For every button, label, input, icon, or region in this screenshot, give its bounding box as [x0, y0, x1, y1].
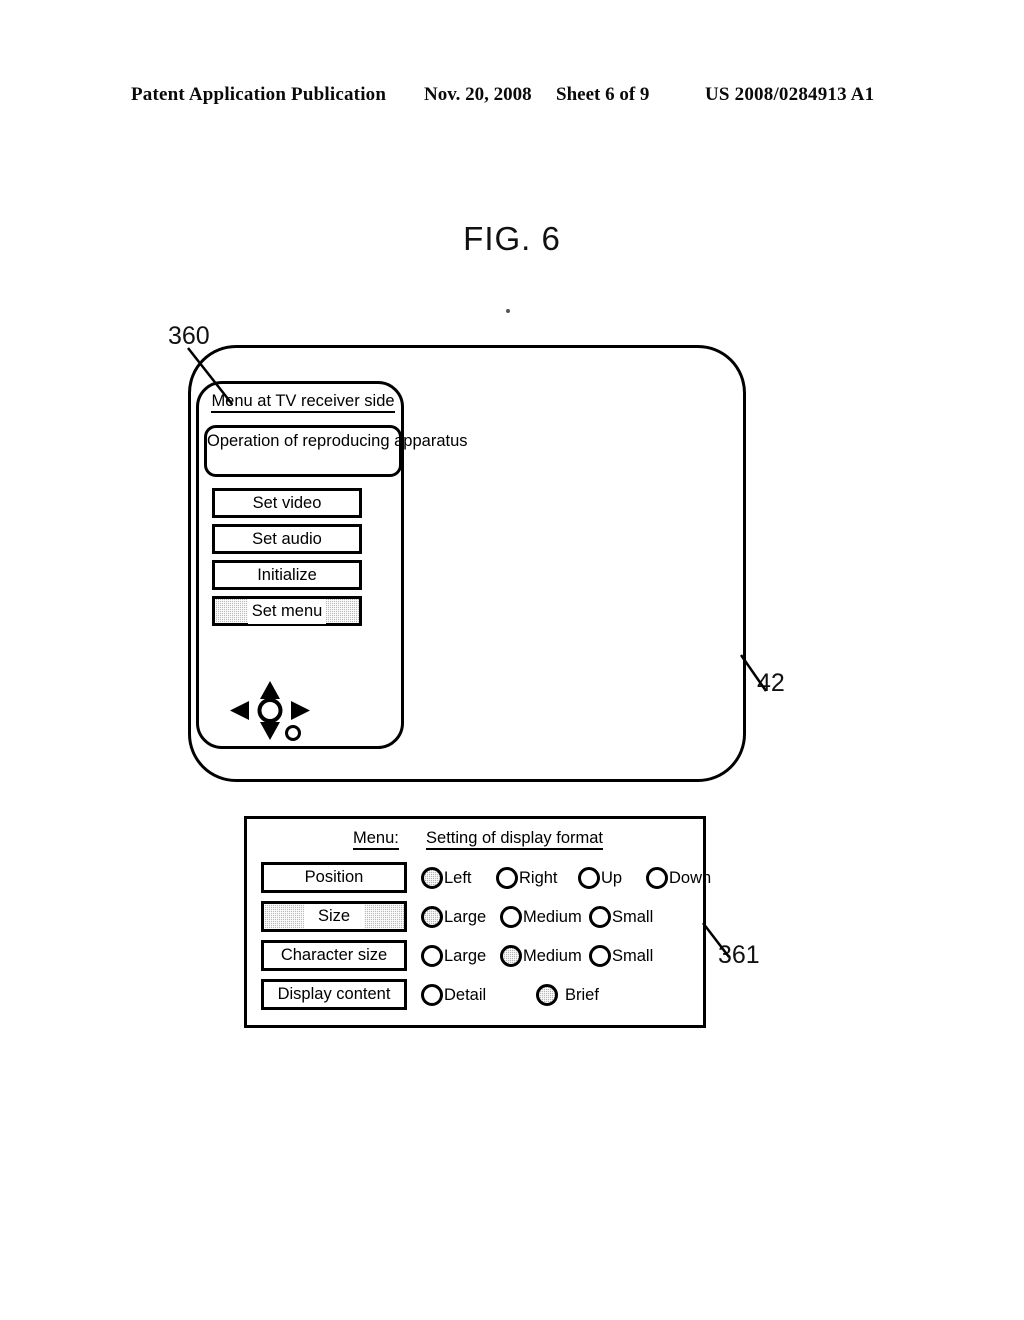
- menu-item-set-audio[interactable]: Set audio: [212, 524, 362, 554]
- settings-row-position: Position Left Right Up Down: [247, 862, 711, 900]
- radio-size-large-icon[interactable]: [421, 906, 443, 928]
- tv-menu-panel: Menu at TV receiver side Operation of re…: [196, 381, 468, 749]
- radio-character-size-large-icon[interactable]: [421, 945, 443, 967]
- dpad-right-icon[interactable]: [291, 701, 310, 720]
- option-position-down[interactable]: Down: [646, 864, 711, 892]
- option-label: Down: [669, 868, 712, 887]
- option-size-small[interactable]: Small: [589, 903, 653, 931]
- publication-label: Patent Application Publication: [131, 84, 387, 105]
- radio-character-size-small-icon[interactable]: [589, 945, 611, 967]
- settings-dialog-title: Menu: Setting of display format: [247, 829, 709, 850]
- option-position-left[interactable]: Left: [421, 864, 472, 892]
- option-display-content-brief[interactable]: Brief: [536, 981, 599, 1009]
- option-label: Left: [444, 868, 472, 887]
- option-label: Up: [601, 868, 623, 887]
- menu-item-set-menu-label: Set menu: [247, 599, 327, 624]
- dpad-down-icon[interactable]: [260, 722, 280, 740]
- row-label-display-content[interactable]: Display content: [261, 979, 407, 1010]
- tv-menu-title: Menu at TV receiver side: [199, 392, 407, 413]
- settings-row-character-size: Character size Large Medium Small: [247, 940, 709, 978]
- dpad-left-icon[interactable]: [230, 701, 249, 720]
- option-label: Large: [444, 907, 487, 926]
- settings-dialog-title-label: Menu:: [352, 829, 399, 850]
- reference-numeral-42: 42: [757, 669, 785, 697]
- reference-numeral-360: 360: [168, 322, 210, 350]
- publication-date: Nov. 20, 2008: [424, 84, 532, 105]
- reference-numeral-361: 361: [718, 941, 760, 969]
- option-label: Right: [519, 868, 558, 887]
- sheet-number: Sheet 6 of 9: [556, 84, 650, 105]
- figure-title: FIG. 6: [463, 220, 561, 257]
- row-label-character-size[interactable]: Character size: [261, 940, 407, 971]
- row-label-size-text: Size: [303, 904, 365, 929]
- option-label: Brief: [565, 985, 599, 1004]
- option-label: Small: [612, 907, 654, 926]
- option-position-up[interactable]: Up: [578, 864, 622, 892]
- settings-dialog: Menu: Setting of display format Position…: [244, 816, 711, 1028]
- radio-size-medium-icon[interactable]: [500, 906, 522, 928]
- settings-row-size: Size Large Medium Small: [247, 901, 709, 939]
- menu-item-initialize[interactable]: Initialize: [212, 560, 362, 590]
- scan-artifact-speck: [506, 309, 510, 313]
- menu-item-set-video[interactable]: Set video: [212, 488, 362, 518]
- patent-number: US 2008/0284913 A1: [705, 84, 875, 105]
- row-label-position[interactable]: Position: [261, 862, 407, 893]
- radio-position-left-icon[interactable]: [421, 867, 443, 889]
- option-label: Medium: [523, 907, 582, 926]
- option-label: Medium: [523, 946, 582, 965]
- radio-character-size-medium-icon[interactable]: [500, 945, 522, 967]
- option-size-medium[interactable]: Medium: [500, 903, 582, 931]
- settings-row-display-content: Display content Detail Brief: [247, 979, 709, 1017]
- menu-item-set-menu[interactable]: Set menu: [212, 596, 362, 626]
- option-position-right[interactable]: Right: [496, 864, 558, 892]
- dpad-center-icon[interactable]: [257, 698, 283, 723]
- dpad-control[interactable]: [229, 680, 339, 742]
- option-character-size-small[interactable]: Small: [589, 942, 653, 970]
- option-label: Small: [612, 946, 654, 965]
- tv-menu-title-text: Menu at TV receiver side: [211, 392, 395, 413]
- option-character-size-large[interactable]: Large: [421, 942, 486, 970]
- dpad-secondary-icon[interactable]: [285, 725, 301, 741]
- radio-position-up-icon[interactable]: [578, 867, 600, 889]
- radio-display-content-detail-icon[interactable]: [421, 984, 443, 1006]
- radio-size-small-icon[interactable]: [589, 906, 611, 928]
- option-label: Large: [444, 946, 487, 965]
- option-size-large[interactable]: Large: [421, 903, 486, 931]
- settings-dialog-title-value: Setting of display format: [426, 829, 604, 850]
- radio-position-down-icon[interactable]: [646, 867, 668, 889]
- menu-item-operation-of-reproducing-apparatus[interactable]: Operation of reproducing apparatus: [204, 425, 468, 477]
- option-label: Detail: [444, 985, 487, 1004]
- option-display-content-detail[interactable]: Detail: [421, 981, 486, 1009]
- radio-position-right-icon[interactable]: [496, 867, 518, 889]
- row-label-size[interactable]: Size: [261, 901, 407, 932]
- dpad-up-icon[interactable]: [260, 681, 280, 699]
- option-character-size-medium[interactable]: Medium: [500, 942, 582, 970]
- page-header: Patent Application Publication Nov. 20, …: [0, 84, 1024, 114]
- radio-display-content-brief-icon[interactable]: [536, 984, 558, 1006]
